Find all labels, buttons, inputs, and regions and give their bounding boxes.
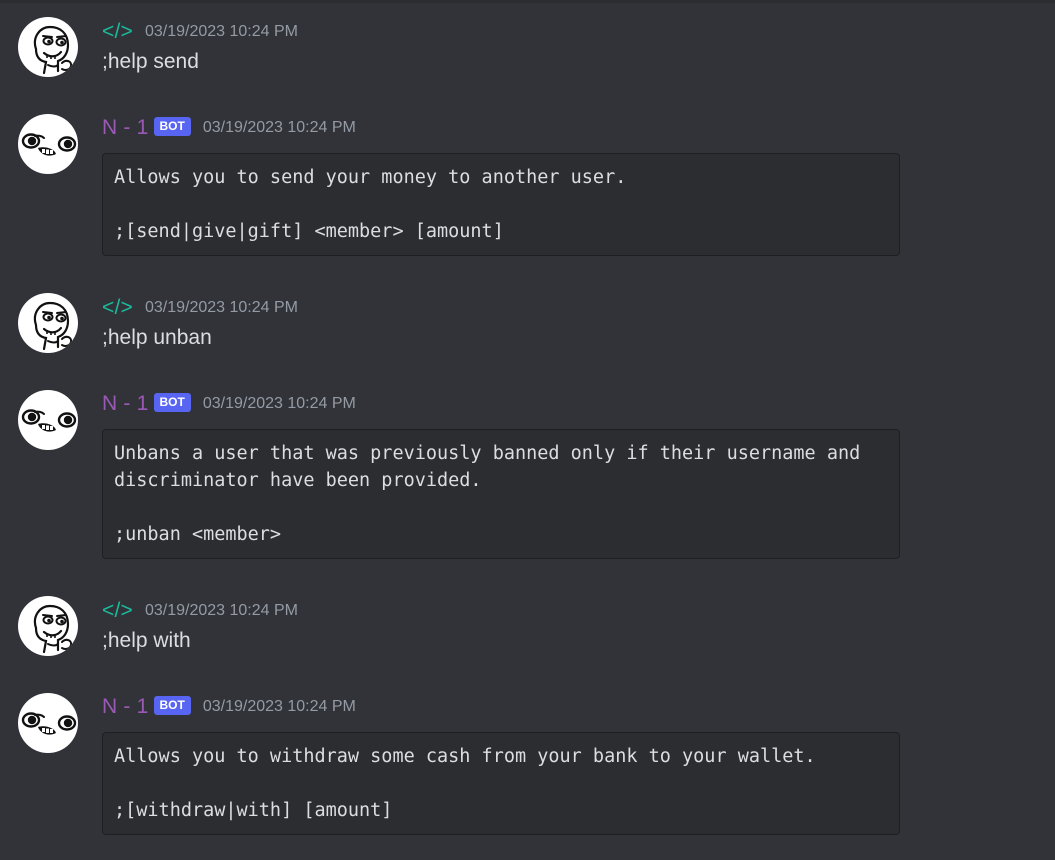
message-content: ;help unban bbox=[102, 326, 212, 349]
message-content: ;help with bbox=[102, 629, 191, 652]
code-block: Allows you to send your money to another… bbox=[102, 153, 900, 256]
timestamp[interactable]: 03/19/2023 10:24 PM bbox=[203, 395, 356, 413]
timestamp[interactable]: 03/19/2023 10:24 PM bbox=[145, 299, 298, 317]
code-block: Unbans a user that was previously banned… bbox=[102, 429, 900, 559]
goofy-face-avatar-icon[interactable] bbox=[18, 390, 78, 450]
message-header: </> 03/19/2023 10:24 PM bbox=[102, 295, 298, 321]
message-header: N - 1 BOT 03/19/2023 10:24 PM bbox=[102, 694, 356, 720]
bot-tag: BOT bbox=[153, 695, 191, 715]
bot-tag: BOT bbox=[153, 116, 191, 136]
code-block: Allows you to withdraw some cash from yo… bbox=[102, 732, 900, 835]
bot-username[interactable]: N - 1 bbox=[102, 116, 149, 140]
bot-username[interactable]: N - 1 bbox=[102, 695, 149, 719]
bot-tag: BOT bbox=[153, 392, 191, 412]
goofy-face-avatar-icon[interactable] bbox=[18, 693, 78, 753]
smug-face-avatar-icon[interactable] bbox=[18, 17, 78, 77]
message-content: ;help send bbox=[102, 50, 199, 73]
message-header: N - 1 BOT 03/19/2023 10:24 PM bbox=[102, 115, 356, 141]
timestamp[interactable]: 03/19/2023 10:24 PM bbox=[145, 23, 298, 41]
username[interactable]: </> bbox=[102, 20, 133, 44]
smug-face-avatar-icon[interactable] bbox=[18, 596, 78, 656]
smug-face-avatar-icon[interactable] bbox=[18, 293, 78, 353]
timestamp[interactable]: 03/19/2023 10:24 PM bbox=[203, 119, 356, 137]
message-header: </> 03/19/2023 10:24 PM bbox=[102, 19, 298, 45]
top-divider bbox=[0, 0, 1055, 3]
bot-username[interactable]: N - 1 bbox=[102, 392, 149, 416]
message-header: </> 03/19/2023 10:24 PM bbox=[102, 598, 298, 624]
timestamp[interactable]: 03/19/2023 10:24 PM bbox=[145, 602, 298, 620]
username[interactable]: </> bbox=[102, 599, 133, 623]
goofy-face-avatar-icon[interactable] bbox=[18, 114, 78, 174]
timestamp[interactable]: 03/19/2023 10:24 PM bbox=[203, 698, 356, 716]
message-header: N - 1 BOT 03/19/2023 10:24 PM bbox=[102, 391, 356, 417]
username[interactable]: </> bbox=[102, 296, 133, 320]
